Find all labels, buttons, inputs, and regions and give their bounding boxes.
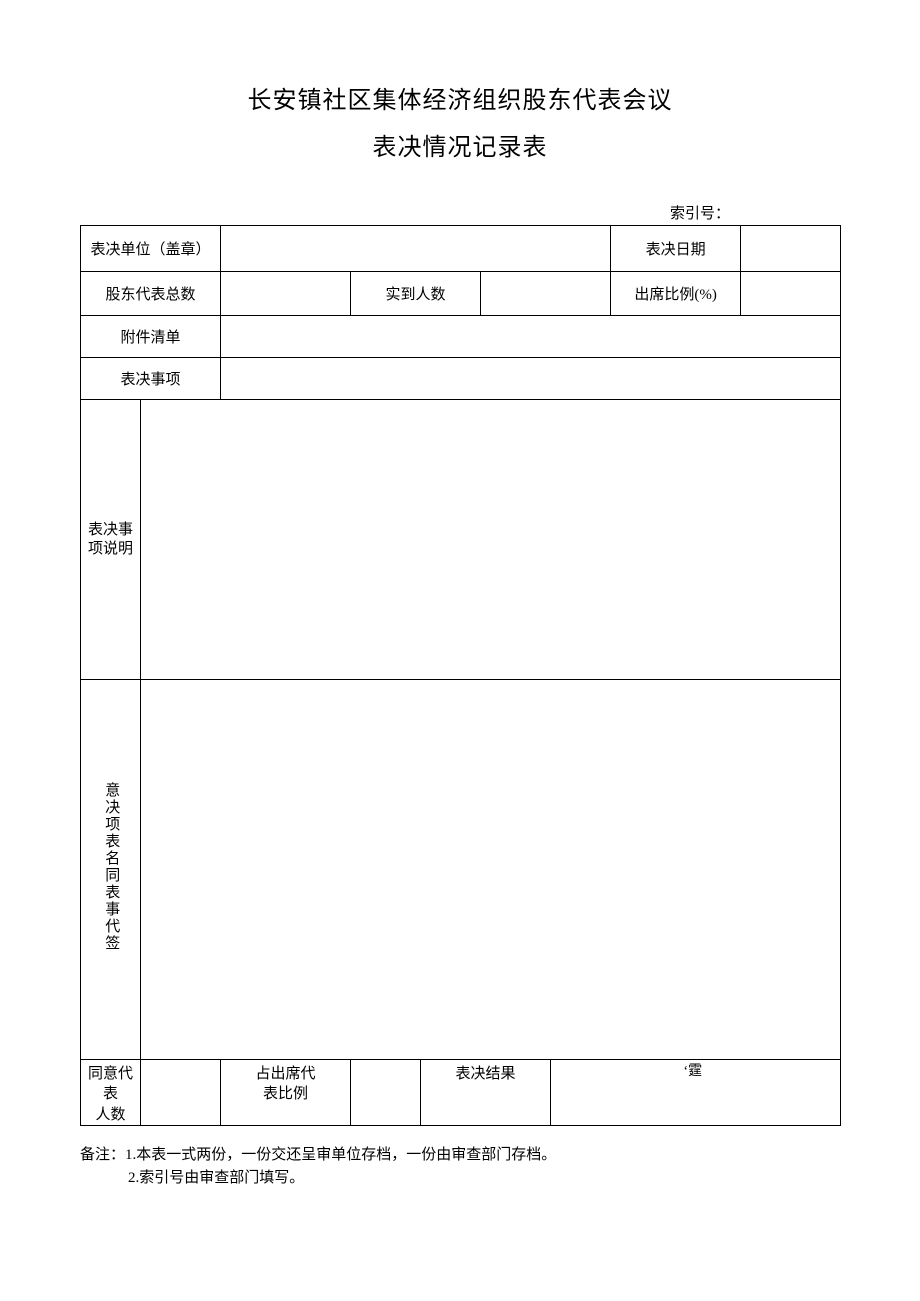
attachment-list-label: 附件清单 (81, 316, 221, 358)
page-title-line1: 长安镇社区集体经济组织股东代表会议 (80, 80, 840, 115)
voting-unit-label: 表决单位（盖章） (81, 226, 221, 272)
vote-result-mark: ‘霆 (683, 1063, 702, 1082)
attend-share-label: 占出席代表比例 (221, 1060, 351, 1126)
attend-ratio-label: 出席比例(%) (611, 272, 741, 316)
agree-signatures-label: 意决项表名同表事代签 (81, 680, 141, 1060)
attachment-list-value (221, 316, 841, 358)
total-reps-label: 股东代表总数 (81, 272, 221, 316)
actual-attend-value (481, 272, 611, 316)
item-description-value (141, 400, 841, 680)
voting-item-label: 表决事项 (81, 358, 221, 400)
voting-date-value (741, 226, 841, 272)
page-title-line2: 表决情况记录表 (80, 127, 840, 162)
vote-result-value: ‘霆 (551, 1060, 841, 1126)
index-number-label: 索引号： (80, 202, 840, 223)
item-description-label: 表决事项说明 (81, 400, 141, 680)
attend-ratio-value (741, 272, 841, 316)
total-reps-value (221, 272, 351, 316)
agree-count-label: 同意代表人数 (81, 1060, 141, 1126)
voting-item-value (221, 358, 841, 400)
record-table: 表决单位（盖章） 表决日期 股东代表总数 实到人数 出席比例(%) 附件清单 表… (80, 225, 841, 1126)
voting-date-label: 表决日期 (611, 226, 741, 272)
agree-count-value (141, 1060, 221, 1126)
voting-unit-value (221, 226, 611, 272)
actual-attend-label: 实到人数 (351, 272, 481, 316)
agree-signatures-value (141, 680, 841, 1060)
vote-result-label: 表决结果 (421, 1060, 551, 1126)
footer-notes: 备注：1.本表一式两份，一份交还呈审单位存档，一份由审查部门存档。 2.索引号由… (80, 1144, 840, 1191)
attend-share-value (351, 1060, 421, 1126)
